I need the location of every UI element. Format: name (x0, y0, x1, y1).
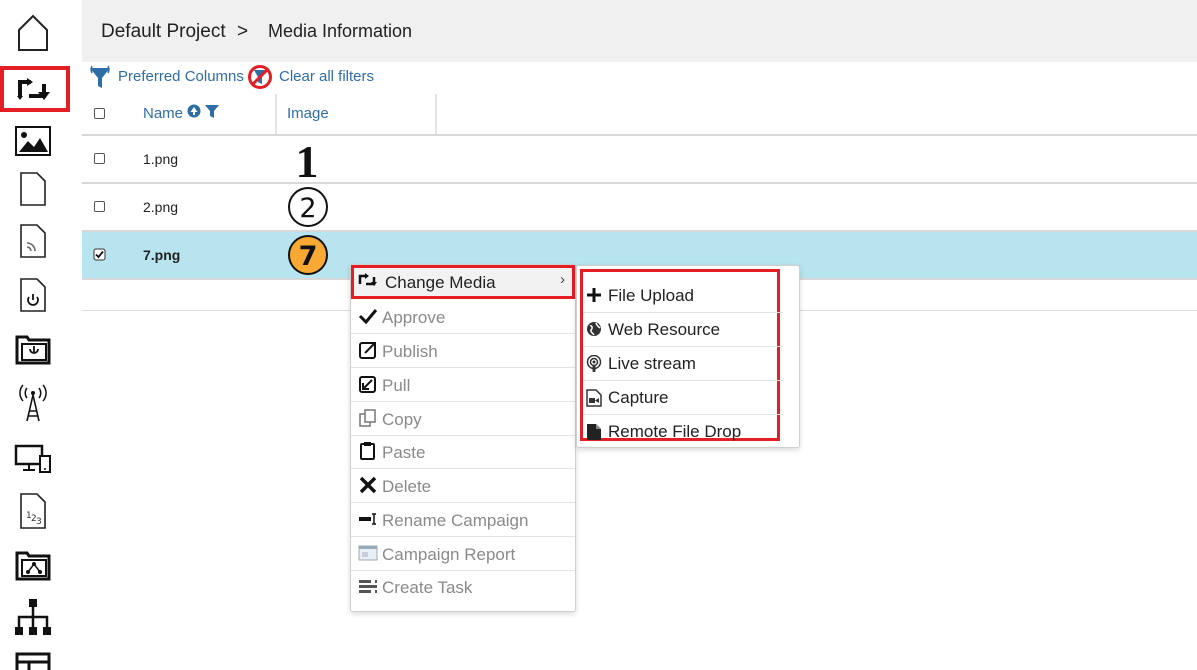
left-nav-rail: 123 (0, 0, 70, 670)
image-thumbnail: 2 (287, 186, 329, 233)
svg-text:7: 7 (299, 241, 318, 272)
table-header: Name Image (82, 92, 1197, 136)
submenu-item-label: Capture (608, 388, 669, 407)
image-column-header[interactable]: Image (287, 105, 329, 122)
svg-text:3: 3 (36, 517, 42, 527)
capture-icon (586, 389, 604, 407)
menu-item-approve[interactable]: Approve (351, 300, 575, 334)
name-column-header[interactable]: Name (143, 105, 183, 122)
change-media-icon (358, 272, 378, 290)
clear-filters-icon[interactable] (247, 64, 273, 95)
submenu-item-live-stream[interactable]: Live stream (583, 346, 783, 381)
menu-item-change-media[interactable]: Change Media › (351, 265, 575, 299)
menu-item-campaign-report[interactable]: Campaign Report (351, 537, 575, 571)
file-icon (586, 423, 604, 441)
menu-item-label: Copy (382, 410, 422, 429)
home-icon[interactable] (10, 12, 56, 54)
power-folder-icon[interactable] (10, 328, 56, 370)
menu-item-label: Create Task (382, 578, 473, 597)
change-media-nav-icon[interactable] (0, 66, 70, 112)
menu-item-label: Change Media (385, 273, 496, 292)
breadcrumb: Default Project > Media Information (82, 0, 1197, 62)
task-icon (358, 577, 378, 595)
delete-icon (358, 476, 378, 494)
select-all-checkbox[interactable] (94, 108, 105, 119)
menu-item-label: Rename Campaign (382, 511, 529, 530)
antenna-icon[interactable] (10, 382, 56, 424)
submenu-item-label: File Upload (608, 286, 694, 305)
column-divider[interactable] (435, 94, 437, 134)
submenu-item-label: Web Resource (608, 320, 721, 339)
file-name: 7.png (143, 247, 181, 263)
feed-document-icon[interactable] (10, 220, 56, 262)
submenu-item-file-upload[interactable]: File Upload (583, 278, 783, 313)
devices-icon[interactable] (10, 438, 56, 480)
breadcrumb-project-link[interactable]: Default Project (101, 21, 226, 43)
column-filter-icon[interactable] (205, 104, 219, 124)
menu-item-label: Campaign Report (382, 545, 516, 564)
row-checkbox[interactable] (94, 201, 105, 212)
context-menu: Change Media › Approve Publish Pull Copy… (350, 264, 576, 612)
menu-item-label: Pull (382, 376, 411, 395)
sitemap-icon[interactable] (10, 596, 56, 638)
checkmark-icon (358, 307, 378, 325)
paste-icon (358, 442, 378, 460)
table-row[interactable]: 2.png 2 (82, 184, 1197, 232)
change-media-submenu: File Upload Web Resource Live stream Cap… (576, 265, 800, 448)
row-checkbox[interactable] (94, 153, 105, 164)
plus-icon (586, 287, 604, 305)
menu-item-copy[interactable]: Copy (351, 402, 575, 436)
menu-item-label: Approve (382, 308, 446, 327)
menu-item-create-task[interactable]: Create Task (351, 570, 575, 603)
copy-icon (358, 409, 378, 427)
submenu-item-web-resource[interactable]: Web Resource (583, 312, 783, 347)
page-title: Media Information (268, 21, 413, 41)
submenu-item-label: Remote File Drop (608, 422, 742, 441)
submenu-item-label: Live stream (608, 354, 696, 373)
globe-icon (586, 321, 604, 339)
svg-text:1: 1 (296, 136, 319, 182)
menu-item-label: Paste (382, 443, 426, 462)
image-thumbnail: 7 (287, 234, 329, 281)
image-thumbnail: 1 (287, 136, 327, 187)
menu-item-rename-campaign[interactable]: Rename Campaign (351, 503, 575, 537)
pull-icon (358, 375, 378, 393)
network-folder-icon[interactable] (10, 544, 56, 586)
row-checkbox-checked[interactable] (93, 248, 106, 266)
table-row[interactable]: 1.png 1 (82, 136, 1197, 187)
power-document-icon[interactable] (10, 274, 56, 316)
numbered-document-icon[interactable]: 123 (10, 490, 56, 532)
svg-text:2: 2 (299, 193, 316, 224)
layout-icon[interactable] (10, 646, 56, 670)
document-icon[interactable] (10, 168, 56, 210)
file-name: 1.png (143, 151, 179, 167)
breadcrumb-separator: > (237, 21, 249, 42)
column-divider[interactable] (275, 94, 277, 134)
submenu-item-capture[interactable]: Capture (583, 380, 783, 415)
publish-icon (358, 341, 378, 359)
menu-item-delete[interactable]: Delete (351, 469, 575, 503)
sort-ascending-icon[interactable] (187, 104, 201, 123)
file-name: 2.png (143, 199, 179, 215)
rename-icon (358, 510, 378, 528)
grid-toolbar: Preferred Columns Clear all filters (82, 62, 1197, 92)
chevron-right-icon: › (560, 271, 565, 288)
menu-item-pull[interactable]: Pull (351, 368, 575, 402)
podcast-icon (586, 354, 604, 373)
preferred-columns-link[interactable]: Preferred Columns (118, 68, 244, 85)
report-icon (358, 544, 378, 562)
submenu-highlight: File Upload Web Resource Live stream Cap… (580, 269, 783, 441)
submenu-item-remote-file-drop[interactable]: Remote File Drop (583, 414, 783, 448)
menu-item-paste[interactable]: Paste (351, 435, 575, 469)
image-icon[interactable] (10, 120, 56, 162)
menu-item-publish[interactable]: Publish (351, 334, 575, 368)
clear-all-filters-link[interactable]: Clear all filters (279, 68, 374, 85)
menu-item-label: Publish (382, 342, 438, 361)
menu-item-label: Delete (382, 477, 432, 496)
